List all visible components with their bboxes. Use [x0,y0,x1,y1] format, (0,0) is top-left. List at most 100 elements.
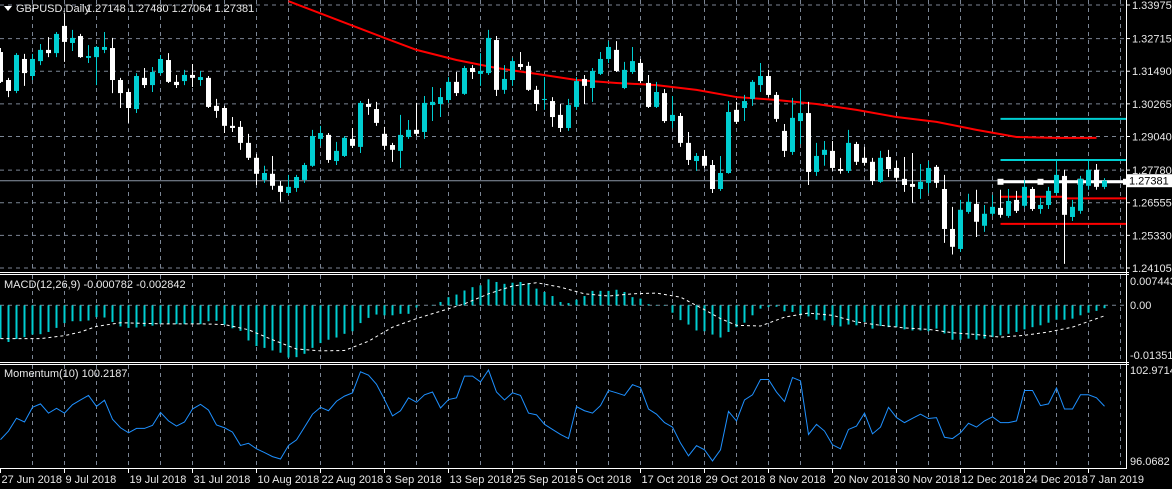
candle-bearish [1030,186,1035,211]
candle-body [990,206,995,214]
candle-body [870,161,875,181]
candle-body [126,92,131,108]
candle-bearish [870,157,875,185]
price-tick-label: 1.31490 [1132,66,1172,78]
candle-body [0,52,3,82]
candle-bearish [854,141,859,166]
candle-body [134,76,139,110]
candle-body [302,165,307,180]
candle-body [846,142,851,171]
candle-body [590,70,595,89]
candle-bearish [494,36,499,96]
candle-body [742,101,747,108]
candle-body [38,49,43,62]
candle-body [318,133,323,139]
candle-body [1038,204,1043,209]
candle-body [94,46,99,58]
candle-body [118,80,123,94]
candle-body [510,61,515,81]
candle-body [542,98,547,100]
candle-bullish [574,77,579,110]
candle-body [1030,188,1035,209]
candle-body [622,69,627,89]
candle-body [14,54,19,91]
candle-body [254,157,259,174]
candle-body [230,125,235,128]
price-tick-label: 1.29040 [1132,132,1172,144]
time-tick-label: 13 Sep 2018 [450,474,512,486]
price-tick-label: 1.25330 [1132,230,1172,242]
candle-body [214,105,219,111]
candle-body [198,77,203,81]
candle-body [182,74,187,82]
candle-body [382,133,387,146]
candle-body [150,72,155,86]
candle-bullish [1078,175,1083,214]
candle-body [894,167,899,178]
candle-body [174,81,179,86]
macd-tick-label: 0.007443 [1130,276,1172,288]
candle-body [878,157,883,182]
momentum-tick-label: 96.0682 [1130,456,1170,468]
candle-body [862,157,867,163]
candle-bullish [462,65,467,95]
candle-body [502,78,507,90]
time-tick-label: 12 Dec 2018 [962,474,1024,486]
candle-body [702,155,707,166]
candle-body [710,165,715,189]
candle-body [774,94,779,119]
candle-body [478,70,483,74]
candle-body [942,188,947,229]
ohlc-values: 1.27148 1.27480 1.27064 1.27381 [86,3,254,15]
candle-body [918,181,923,189]
candle-body [1070,206,1075,217]
candle-body [166,60,171,82]
candle-body [758,76,763,86]
candle-body [566,105,571,128]
candle-body [518,64,523,67]
candle-body [422,102,427,132]
candle-body [582,78,587,86]
candle-body [342,137,347,156]
candle-bearish [78,33,83,58]
time-tick-label: 31 Jul 2018 [194,474,251,486]
candle-body [830,150,835,168]
candle-body [22,58,27,74]
candle-body [822,149,827,155]
candle-body [606,46,611,59]
time-tick-label: 24 Dec 2018 [1026,474,1088,486]
time-tick-label: 7 Jan 2019 [1090,474,1144,486]
candle-body [270,173,275,186]
trading-chart[interactable]: 1.339751.327151.314901.302651.290401.277… [0,0,1172,489]
candle-body [222,107,227,126]
candle-body [670,114,675,122]
current-price-tag: 1.27381 [1127,174,1172,188]
level-marker [997,178,1004,185]
candle-body [70,37,75,43]
candle-body [486,37,491,74]
price-tick-label: 1.33975 [1132,0,1172,12]
candle-body [798,113,803,122]
candle-body [854,143,859,162]
candle-body [454,81,459,94]
candle-body [262,173,267,180]
candle-body [1022,186,1027,206]
time-tick-label: 3 Sep 2018 [386,474,442,486]
candle-body [446,81,451,100]
candle-body [718,173,723,189]
level-marker [1037,178,1044,185]
candle-body [558,114,563,128]
candle-body [390,145,395,150]
candle-body [430,101,435,106]
candle-body [6,80,11,91]
candle-body [102,46,107,50]
candle-body [30,58,35,77]
candle-body [982,213,987,226]
candle-body [726,111,731,174]
time-tick-label: 25 Sep 2018 [514,474,576,486]
candle-body [934,166,939,183]
candle-body [310,135,315,166]
time-tick-label: 9 Jul 2018 [66,474,117,486]
candle-body [438,97,443,104]
candle-body [470,68,475,73]
